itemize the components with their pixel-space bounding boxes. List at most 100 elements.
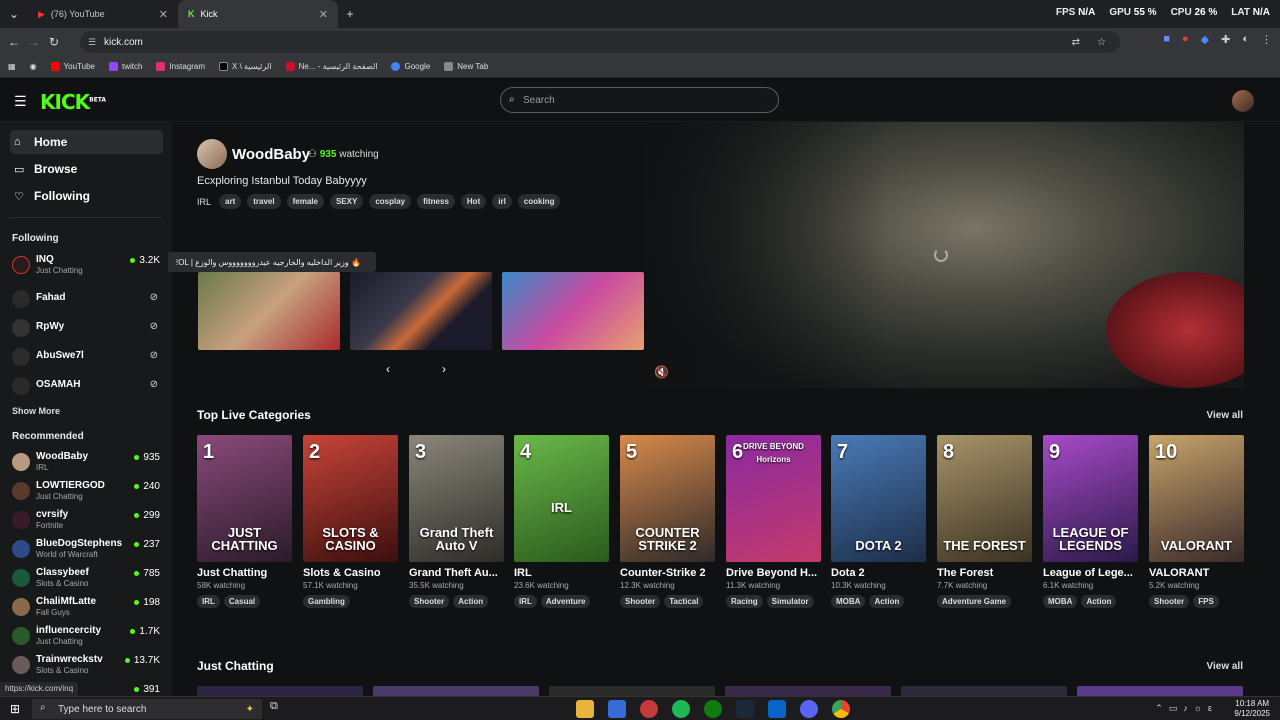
sidebar-item-browse[interactable]: ▭ Browse bbox=[10, 157, 163, 181]
discord-icon[interactable] bbox=[800, 700, 818, 718]
profile-icon[interactable]: ◐ bbox=[1242, 33, 1249, 46]
puzzle-icon[interactable]: ✚ bbox=[1221, 33, 1230, 46]
extension-icon[interactable]: ● bbox=[1182, 33, 1189, 46]
category-card[interactable]: 8 THE FOREST The Forest 7.7K watching Adv… bbox=[937, 435, 1032, 608]
kick-logo[interactable]: KICKBETA bbox=[40, 90, 106, 114]
just-chatting-view-all-link[interactable]: View all bbox=[1206, 661, 1243, 672]
tab-close-icon[interactable]: ✕ bbox=[319, 8, 328, 21]
tab-youtube[interactable]: ▶ (76) YouTube ✕ bbox=[28, 0, 178, 28]
featured-thumbnail[interactable] bbox=[198, 272, 340, 350]
tag[interactable]: Action bbox=[869, 595, 905, 608]
tag[interactable]: Hot bbox=[460, 194, 487, 209]
user-avatar[interactable] bbox=[1232, 90, 1254, 112]
chrome-icon[interactable] bbox=[832, 700, 850, 718]
featured-thumbnail[interactable] bbox=[350, 272, 492, 350]
tab-search-chevron-icon[interactable]: ⌄ bbox=[0, 7, 28, 21]
category-card[interactable]: 4 IRL IRL 23.6K watching IRL Adventure bbox=[514, 435, 609, 608]
tag[interactable]: fitness bbox=[417, 194, 455, 209]
tag[interactable]: MOBA bbox=[1043, 595, 1078, 608]
search-input[interactable]: ⌕ Search bbox=[500, 87, 779, 113]
tag[interactable]: Racing bbox=[726, 595, 763, 608]
tag[interactable]: Shooter bbox=[620, 595, 661, 608]
tag[interactable]: female bbox=[286, 194, 324, 209]
app-icon[interactable] bbox=[640, 700, 658, 718]
recommended-channel[interactable]: Trainwreckstv Slots & Casino 13.7K bbox=[12, 652, 162, 676]
tag[interactable]: Gambling bbox=[303, 595, 350, 608]
tag[interactable]: Action bbox=[453, 595, 489, 608]
tag[interactable]: cooking bbox=[517, 194, 561, 209]
tag[interactable]: IRL bbox=[514, 595, 537, 608]
featured-thumbnail[interactable] bbox=[502, 272, 644, 350]
tag[interactable]: Action bbox=[1081, 595, 1117, 608]
streamer-avatar[interactable] bbox=[197, 139, 227, 169]
streamer-name[interactable]: WoodBaby bbox=[232, 146, 310, 163]
tag[interactable]: Shooter bbox=[409, 595, 450, 608]
apps-grid-icon[interactable]: ▦ bbox=[8, 62, 16, 71]
recommended-channel[interactable]: WoodBaby IRL 935 bbox=[12, 449, 162, 473]
show-more-link[interactable]: Show More bbox=[12, 406, 60, 416]
extension-icon[interactable]: ■ bbox=[1163, 33, 1170, 46]
steam-icon[interactable] bbox=[736, 700, 754, 718]
new-tab-button[interactable]: + bbox=[338, 7, 362, 21]
tag[interactable]: travel bbox=[247, 194, 281, 209]
menu-dots-icon[interactable]: ⋮ bbox=[1261, 33, 1272, 46]
tag[interactable]: IRL bbox=[197, 595, 220, 608]
bookmark-new-tab[interactable]: New Tab bbox=[444, 62, 488, 71]
extension-icon[interactable]: ◆ bbox=[1201, 33, 1209, 46]
following-channel-inq[interactable]: INQ Just Chatting 3.2K bbox=[12, 252, 162, 276]
bookmark-star-icon[interactable]: ☆ bbox=[1097, 37, 1106, 48]
bookmark-instagram[interactable]: Instagram bbox=[156, 62, 205, 71]
bookmark-youtube[interactable]: YouTube bbox=[50, 62, 95, 71]
outlook-icon[interactable] bbox=[768, 700, 786, 718]
category-card[interactable]: 7 DOTA 2 Dota 2 10.3K watching MOBA Action bbox=[831, 435, 926, 608]
categories-view-all-link[interactable]: View all bbox=[1206, 410, 1243, 421]
task-view-icon[interactable]: ⧉ bbox=[270, 700, 288, 718]
tag[interactable]: art bbox=[219, 194, 242, 209]
address-bar[interactable]: ☰ kick.com ⇄ ☆ bbox=[80, 31, 1120, 53]
system-clock[interactable]: 10:18 AM 9/12/2025 bbox=[1234, 699, 1270, 719]
recommended-channel[interactable]: influencercity Just Chatting 1.7K bbox=[12, 623, 162, 647]
following-channel-rpwy[interactable]: RpWy ⊘ bbox=[12, 315, 162, 339]
xbox-icon[interactable] bbox=[704, 700, 722, 718]
tag[interactable]: Simulator bbox=[766, 595, 814, 608]
category-card[interactable]: 10 VALORANT VALORANT 5.2K watching Shoote… bbox=[1149, 435, 1244, 608]
tag[interactable]: cosplay bbox=[369, 194, 412, 209]
category-card[interactable]: 5 COUNTER STRIKE 2 Counter-Strike 2 12.3K… bbox=[620, 435, 715, 608]
recommended-channel[interactable]: cvrsify Fortnite 299 bbox=[12, 507, 162, 531]
recommended-channel[interactable]: ChaliMfLatte Fall Guys 198 bbox=[12, 594, 162, 618]
tag[interactable]: Shooter bbox=[1149, 595, 1190, 608]
translate-icon[interactable]: ⇄ bbox=[1072, 37, 1080, 48]
tag[interactable]: Adventure bbox=[540, 595, 591, 608]
sidebar-item-following[interactable]: ♡ Following bbox=[10, 184, 163, 208]
carousel-next-icon[interactable]: › bbox=[442, 362, 446, 376]
tab-kick[interactable]: K Kick ✕ bbox=[178, 0, 338, 28]
following-channel-osamah[interactable]: OSAMAH ⊘ bbox=[12, 373, 162, 397]
tab-close-icon[interactable]: ✕ bbox=[159, 8, 168, 21]
tag[interactable]: Casual bbox=[223, 595, 261, 608]
bookmark-google[interactable]: Google bbox=[391, 62, 430, 71]
forward-icon[interactable]: → bbox=[24, 35, 44, 49]
tag[interactable]: Tactical bbox=[664, 595, 704, 608]
category-card[interactable]: 9 LEAGUE OF LEGENDS League of Lege... 6.1… bbox=[1043, 435, 1138, 608]
bookmark-twitch[interactable]: twitch bbox=[108, 62, 142, 71]
category-card[interactable]: 6 DRIVE BEYOND Horizons Drive Beyond H...… bbox=[726, 435, 821, 608]
windows-start-icon[interactable]: ⊞ bbox=[10, 702, 20, 716]
reload-icon[interactable]: ↻ bbox=[44, 35, 64, 49]
tag[interactable]: SEXY bbox=[329, 194, 364, 209]
bookmark-news[interactable]: Ne... - الصفحة الرئيسية bbox=[285, 62, 377, 71]
store-icon[interactable] bbox=[608, 700, 626, 718]
recommended-channel[interactable]: LOWTIERGOD Just Chatting 240 bbox=[12, 478, 162, 502]
hamburger-menu-icon[interactable]: ☰ bbox=[14, 93, 27, 110]
system-tray-icons[interactable]: ⌃▭♪☼ε bbox=[1155, 703, 1218, 714]
following-channel-abuswe7l[interactable]: AbuSwe7l ⊘ bbox=[12, 344, 162, 368]
category-card[interactable]: 1 JUST CHATTING Just Chatting 58K watchin… bbox=[197, 435, 292, 608]
bookmark-x[interactable]: X \ الرئيسية bbox=[219, 62, 272, 71]
following-channel-fahad[interactable]: Fahad ⊘ bbox=[12, 286, 162, 310]
recommended-channel[interactable]: BlueDogStephens World of Warcraft 237 bbox=[12, 536, 162, 560]
file-explorer-icon[interactable] bbox=[576, 700, 594, 718]
recommended-channel[interactable]: Classybeef Slots & Casino 785 bbox=[12, 565, 162, 589]
tag[interactable]: FPS bbox=[1193, 595, 1219, 608]
tag[interactable]: MOBA bbox=[831, 595, 866, 608]
carousel-prev-icon[interactable]: ‹ bbox=[386, 362, 390, 376]
tag[interactable]: Adventure Game bbox=[937, 595, 1012, 608]
